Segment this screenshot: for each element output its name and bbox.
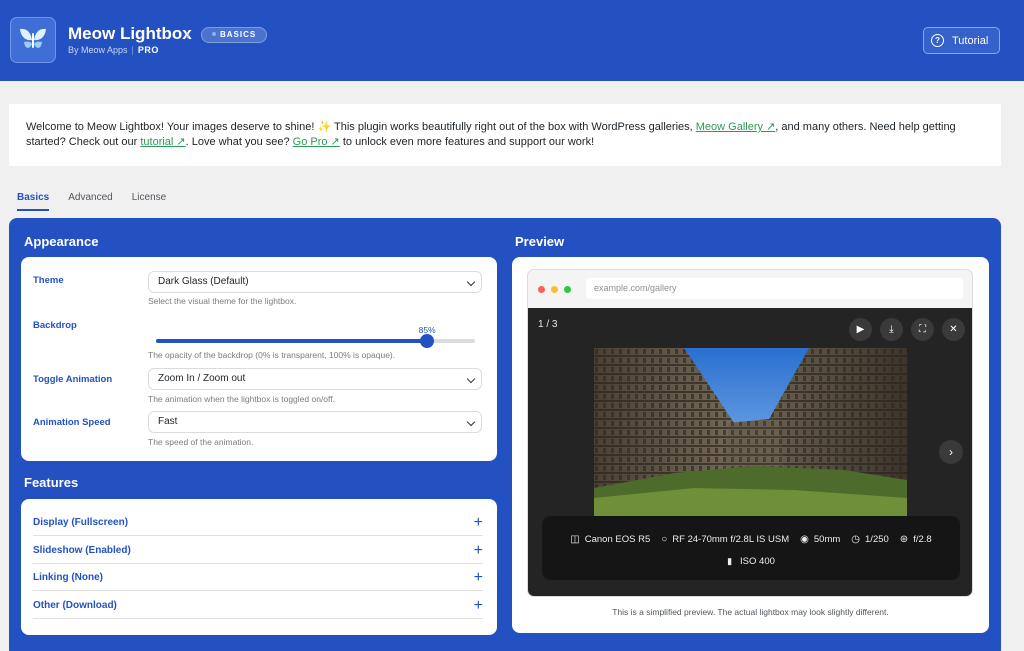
accordion-display[interactable]: Display (Fullscreen) + [33,509,483,536]
toggle-animation-label: Toggle Animation [33,374,113,385]
eye-icon: ◉ [800,534,809,545]
byline-separator: | [131,45,134,55]
accordion-other-label: Other (Download) [33,600,117,611]
toggle-animation-select[interactable]: Zoom In / Zoom out [148,368,482,390]
chevron-down-icon [466,277,476,287]
address-bar: example.com/gallery [586,278,963,299]
close-icon[interactable]: ✕ [942,318,965,341]
chevron-down-icon [466,374,476,384]
top-header: Meow Lightbox By Meow Apps | PRO › BASICS … [0,0,1024,81]
preview-browser: example.com/gallery 1 / 3 ▶ ⤓ ⛶ ✕ › ◫ Ca… [527,269,973,597]
tutorial-link[interactable]: tutorial ↗ [140,136,185,148]
butterfly-icon [20,28,46,48]
appearance-title: Appearance [24,234,99,249]
animation-speed-value: Fast [158,416,178,427]
tutorial-button[interactable]: ? Tutorial [923,27,1000,54]
exif-lens: RF 24-70mm f/2.8L IS USM [672,534,790,545]
fullscreen-icon[interactable]: ⛶ [911,318,934,341]
features-title: Features [24,475,79,490]
byline-text: By Meow Apps [68,45,128,55]
theme-select[interactable]: Dark Glass (Default) [148,271,482,293]
minimize-dot-icon [551,286,558,293]
welcome-text-1: Welcome to Meow Lightbox! Your images de… [26,121,696,133]
building-photo [594,348,907,516]
welcome-notice: Welcome to Meow Lightbox! Your images de… [9,104,1001,166]
preview-title: Preview [515,234,565,249]
app-byline: By Meow Apps | PRO [68,45,159,55]
aperture-icon: ⊛ [899,534,909,545]
welcome-text-3: . Love what you see? [185,136,293,148]
accordion-other[interactable]: Other (Download) + [33,592,483,619]
tab-license[interactable]: License [132,192,166,211]
backdrop-slider-fill [156,339,428,343]
exif-camera: Canon EOS R5 [584,534,651,545]
go-pro-link[interactable]: Go Pro ↗ [293,136,340,148]
exif-row: ◫ Canon EOS R5 ○ RF 24-70mm f/2.8L IS USM … [542,534,960,545]
settings-tabs: Basics Advanced License [17,192,185,211]
appearance-card: Theme Dark Glass (Default) Select the vi… [21,257,497,461]
settings-panel: Appearance Theme Dark Glass (Default) Se… [9,218,1001,651]
maximize-dot-icon [564,286,571,293]
plus-icon: + [473,569,483,586]
toggle-animation-value: Zoom In / Zoom out [158,373,246,384]
accordion-slideshow[interactable]: Slideshow (Enabled) + [33,537,483,564]
backdrop-slider-handle[interactable] [420,334,435,348]
theme-value: Dark Glass (Default) [158,276,249,287]
accordion-linking-label: Linking (None) [33,572,103,583]
chevron-down-icon [466,417,476,427]
lightbox-preview: 1 / 3 ▶ ⤓ ⛶ ✕ › ◫ Canon EOS R5 ○ RF 24-7… [528,308,972,596]
backdrop-label: Backdrop [33,320,77,331]
exif-aperture: f/2.8 [913,534,932,545]
backdrop-value: 85% [418,325,436,335]
backdrop-help: The opacity of the backdrop (0% is trans… [148,350,396,360]
plus-icon: + [473,597,483,614]
help-circle-icon: ? [931,34,944,47]
welcome-text-4: to unlock even more features and support… [339,136,595,148]
play-icon[interactable]: ▶ [849,318,872,341]
page-badge: BASICS [201,27,268,43]
badge-dot-icon [212,32,216,36]
features-card: Display (Fullscreen) + Slideshow (Enabled… [21,499,497,635]
preview-note: This is a simplified preview. The actual… [612,607,889,617]
theme-label: Theme [33,275,64,286]
image-counter: 1 / 3 [538,319,558,330]
tab-basics[interactable]: Basics [17,192,50,211]
download-icon[interactable]: ⤓ [880,318,903,341]
plus-icon: + [473,542,483,559]
app-title: Meow Lightbox [68,24,192,43]
tutorial-label: Tutorial [952,34,989,47]
next-arrow-icon[interactable]: › [939,440,963,464]
backdrop-slider[interactable]: 85% [156,325,475,348]
accordion-display-label: Display (Fullscreen) [33,517,129,528]
page-badge-label: BASICS [220,30,257,39]
app-logo [10,17,56,63]
clock-icon: ◷ [851,534,861,545]
preview-card: example.com/gallery 1 / 3 ▶ ⤓ ⛶ ✕ › ◫ Ca… [512,257,989,633]
animation-speed-label: Animation Speed [33,417,111,428]
accordion-linking[interactable]: Linking (None) + [33,564,483,591]
exif-iso: ISO 400 [740,556,775,567]
plus-icon: + [473,514,483,531]
animation-speed-select[interactable]: Fast [148,411,482,433]
window-controls [538,286,577,293]
theme-help: Select the visual theme for the lightbox… [148,296,297,306]
bar-chart-icon: ▮ [727,556,733,566]
exif-panel: ◫ Canon EOS R5 ○ RF 24-70mm f/2.8L IS USM … [542,516,960,580]
tab-advanced[interactable]: Advanced [68,192,112,211]
exif-shutter: 1/250 [865,534,889,545]
exif-focal: 50mm [813,534,841,545]
close-dot-icon [538,286,545,293]
exif-row-2: ▮ ISO 400 [542,556,960,567]
animation-speed-help: The speed of the animation. [148,437,254,447]
breadcrumb-separator: › [186,28,190,42]
camera-icon: ◫ [570,534,580,545]
pro-label: PRO [137,45,159,55]
toggle-animation-help: The animation when the lightbox is toggl… [148,394,335,404]
meow-gallery-link[interactable]: Meow Gallery ↗ [696,121,776,133]
accordion-slideshow-label: Slideshow (Enabled) [33,545,131,556]
preview-photo [594,348,907,516]
lens-icon: ○ [661,534,668,545]
